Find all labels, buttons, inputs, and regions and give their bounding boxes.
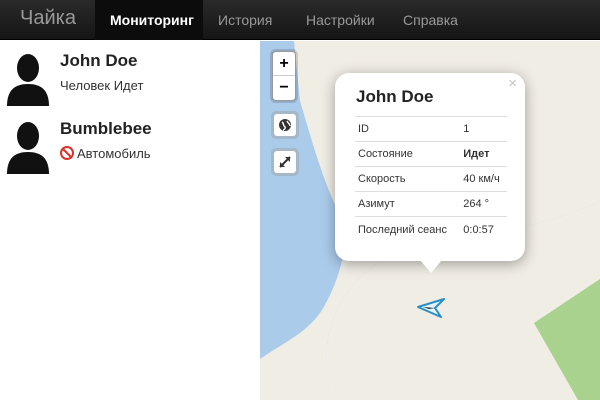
table-row: Состояние Идет <box>355 141 507 167</box>
globe-icon <box>279 119 291 131</box>
device-status: Человек Идет <box>60 78 144 93</box>
top-navbar: Чайка Мониторинг История Настройки Справ… <box>0 0 600 40</box>
table-row: Последний сеанс 0:0:57 <box>355 216 507 244</box>
offline-icon <box>60 146 74 160</box>
popup-details-table: ID 1 Состояние Идет Скорость 40 км/ч Ази… <box>355 116 507 244</box>
popup-tip <box>420 260 442 273</box>
person-silhouette-icon <box>7 122 49 174</box>
navigation-arrow-icon[interactable] <box>415 297 447 319</box>
row-value: 40 км/ч <box>459 166 507 192</box>
device-popup: × John Doe ID 1 Состояние Идет Скорость … <box>335 73 525 261</box>
zoom-out-button[interactable]: − <box>273 76 295 100</box>
tab-help[interactable]: Справка <box>388 0 476 40</box>
row-value: 0:0:57 <box>459 216 507 244</box>
device-item-john-doe[interactable]: John Doe Человек Идет <box>0 48 260 114</box>
row-value: 264 ° <box>459 191 507 217</box>
table-row: Скорость 40 км/ч <box>355 166 507 192</box>
person-silhouette-icon <box>7 54 49 106</box>
layers-button[interactable] <box>271 111 299 139</box>
row-label: Последний сеанс <box>355 216 460 244</box>
row-label: Состояние <box>355 141 460 167</box>
device-list: John Doe Человек Идет Bumblebee Автомоби… <box>0 41 260 400</box>
device-name: John Doe <box>60 51 138 70</box>
tab-settings[interactable]: Настройки <box>291 0 388 40</box>
tab-history[interactable]: История <box>203 0 291 40</box>
row-label: Скорость <box>355 166 460 192</box>
fullscreen-button[interactable] <box>271 148 299 176</box>
table-row: Азимут 264 ° <box>355 191 507 217</box>
row-value: Идет <box>459 141 507 167</box>
app-brand[interactable]: Чайка <box>20 7 76 30</box>
row-label: ID <box>355 116 460 142</box>
table-row: ID 1 <box>355 116 507 142</box>
zoom-in-button[interactable]: + <box>273 52 295 76</box>
device-name: Bumblebee <box>60 119 152 138</box>
fullscreen-icon <box>279 156 291 168</box>
row-label: Азимут <box>355 191 460 217</box>
popup-close-button[interactable]: × <box>508 75 517 92</box>
device-status-row: Автомобиль <box>60 146 151 161</box>
row-value: 1 <box>459 116 507 142</box>
device-status: Автомобиль <box>77 146 151 161</box>
zoom-control: + − <box>272 51 296 101</box>
map-view[interactable]: + − × John Doe ID 1 Состояние Идет Скоро… <box>260 41 600 400</box>
device-item-bumblebee[interactable]: Bumblebee Автомобиль <box>0 116 260 182</box>
tab-monitoring[interactable]: Мониторинг <box>95 0 203 40</box>
popup-title: John Doe <box>356 87 434 106</box>
